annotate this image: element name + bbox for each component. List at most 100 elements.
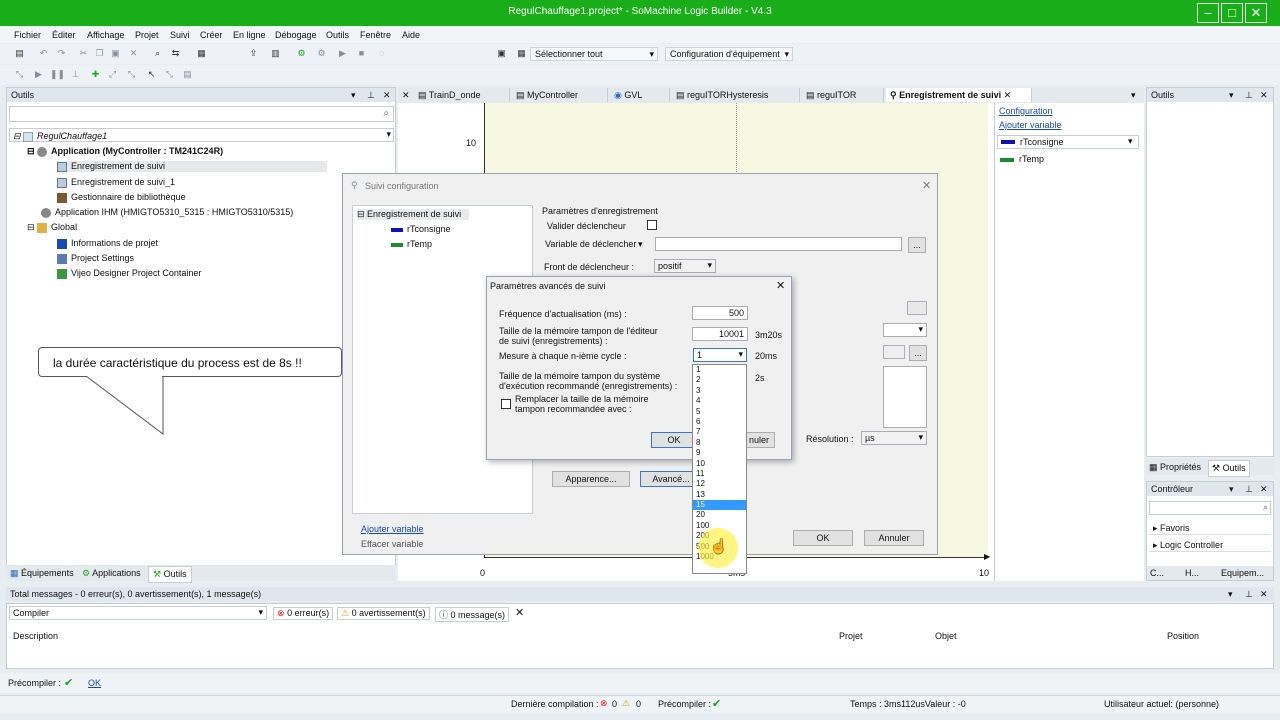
play-icon[interactable]: ▶ bbox=[33, 69, 44, 80]
undo-icon[interactable]: ↶ bbox=[38, 48, 49, 59]
controleur-search-input[interactable]: ⌕ bbox=[1149, 501, 1271, 515]
frequence-input[interactable]: 500 bbox=[692, 306, 748, 320]
pin-icon[interactable]: ⊥ bbox=[1245, 589, 1253, 600]
hidden-field[interactable] bbox=[883, 345, 905, 359]
select-all-icon[interactable]: ▦ bbox=[516, 48, 527, 59]
hidden-textarea[interactable] bbox=[883, 366, 927, 428]
cycle-option-5[interactable]: 5 bbox=[693, 407, 746, 417]
cursor-icon[interactable]: ↖ bbox=[146, 69, 157, 80]
cycle-option-3[interactable]: 3 bbox=[693, 386, 746, 396]
tab-proprietes[interactable]: ▦ Propriétés bbox=[1149, 462, 1201, 473]
suivi-tree-root[interactable]: ⊟ Enregistrement de suivi bbox=[357, 209, 469, 220]
apparence-button[interactable]: Apparence... bbox=[552, 471, 630, 487]
tool-icon[interactable]: ⊥ bbox=[70, 69, 81, 80]
close-icon[interactable]: ✕ bbox=[1260, 589, 1268, 600]
chevron-down-icon[interactable]: ▾ bbox=[1228, 589, 1233, 600]
tab-applications[interactable]: ⚙ Applications bbox=[82, 568, 141, 579]
menu-creer[interactable]: Créer bbox=[200, 30, 223, 40]
tab-mycontroller[interactable]: ▤ MyController bbox=[512, 88, 608, 102]
cycle-option-1[interactable]: 1 bbox=[693, 365, 746, 375]
run-icon[interactable]: ▶ bbox=[337, 48, 348, 59]
cycle-option-2[interactable]: 2 bbox=[693, 375, 746, 385]
config-combo[interactable]: Configuration d'équipement ▾ bbox=[665, 47, 793, 61]
hidden-select[interactable]: ▾ bbox=[883, 323, 927, 337]
cycle-option-8[interactable]: 8 bbox=[693, 438, 746, 448]
delete-icon[interactable]: ✕ bbox=[128, 48, 139, 59]
close-button[interactable]: ✕ bbox=[1245, 3, 1267, 23]
avances-ok-button[interactable]: OK bbox=[651, 432, 697, 448]
minimize-button[interactable]: – bbox=[1197, 3, 1219, 23]
tree-project-settings[interactable]: Project Settings bbox=[57, 253, 134, 264]
menu-editer[interactable]: Éditer bbox=[52, 30, 76, 40]
search-icon[interactable]: ⌕ bbox=[1263, 502, 1268, 513]
menu-aide[interactable]: Aide bbox=[402, 30, 420, 40]
menu-en-ligne[interactable]: En ligne bbox=[233, 30, 266, 40]
export-icon[interactable]: ⇪ bbox=[248, 48, 259, 59]
ajouter-variable-dialog-link[interactable]: Ajouter variable bbox=[361, 524, 424, 534]
close-icon[interactable]: ✕ bbox=[1004, 90, 1012, 100]
configuration-link[interactable]: Configuration bbox=[999, 106, 1053, 116]
precompile-ok-link[interactable]: OK bbox=[88, 678, 101, 688]
tabbar-close-icon[interactable]: ✕ bbox=[402, 90, 410, 101]
tree-enregistrement-suivi[interactable]: Enregistrement de suivi bbox=[57, 161, 327, 172]
chevron-down-icon[interactable]: ▾ bbox=[386, 129, 391, 140]
search-input[interactable]: ⌕ bbox=[9, 106, 394, 122]
close-icon[interactable]: ✕ bbox=[383, 90, 391, 101]
buffer-size-input[interactable]: 10001 bbox=[692, 327, 748, 341]
front-declencheur-select[interactable]: positif ▾ bbox=[654, 259, 716, 273]
pin-icon[interactable]: ⊥ bbox=[1245, 484, 1253, 495]
tab-h[interactable]: H... bbox=[1185, 568, 1199, 578]
cycle-select[interactable]: 1 ▾ bbox=[693, 348, 747, 362]
browse-button[interactable]: ... bbox=[909, 345, 927, 361]
print-icon[interactable]: ▤ bbox=[14, 48, 25, 59]
variable-browse-button[interactable]: ... bbox=[908, 237, 926, 253]
collapse-icon[interactable]: ⊟ bbox=[27, 222, 37, 232]
menu-outils[interactable]: Outils bbox=[326, 30, 349, 40]
select-icon[interactable]: ▦ bbox=[196, 48, 207, 59]
menu-projet[interactable]: Projet bbox=[135, 30, 159, 40]
tool-icon[interactable]: ⤡ bbox=[164, 69, 175, 80]
cycle-option-13[interactable]: 13 bbox=[693, 490, 746, 500]
tab-c[interactable]: C... bbox=[1150, 568, 1164, 578]
tree-vijeo-designer[interactable]: Vijeo Designer Project Container bbox=[57, 268, 201, 279]
replace-buffer-checkbox[interactable] bbox=[501, 399, 511, 409]
menu-suivi[interactable]: Suivi bbox=[170, 30, 190, 40]
tree-informations-projet[interactable]: Informations de projet bbox=[57, 238, 158, 249]
effacer-variable-link[interactable]: Effacer variable bbox=[361, 539, 423, 549]
tab-traind-onde[interactable]: ▤ TrainD_onde bbox=[414, 88, 510, 102]
pin-icon[interactable]: ⊥ bbox=[1245, 90, 1253, 101]
variable-row-rtconsigne[interactable]: rTconsigne ▾ bbox=[997, 135, 1139, 149]
tab-outils[interactable]: ⚒ Outils bbox=[148, 566, 192, 583]
crosshair-icon[interactable]: ✚ bbox=[90, 69, 101, 80]
resolution-select[interactable]: µs ▾ bbox=[861, 431, 927, 445]
chevron-down-icon[interactable]: ▾ bbox=[351, 90, 356, 101]
login-icon[interactable]: ⚙ bbox=[296, 48, 307, 59]
tree-global[interactable]: ⊟ Global bbox=[27, 222, 77, 233]
cycle-option-11[interactable]: 11 bbox=[693, 469, 746, 479]
disabled-browse-button[interactable] bbox=[907, 301, 927, 315]
search-icon[interactable]: ⌕ bbox=[383, 108, 389, 119]
tab-equipem[interactable]: Equipem... bbox=[1221, 568, 1264, 578]
tree-application-ihm[interactable]: Application IHM (HMIGTO5310_5315 : HMIGT… bbox=[41, 207, 293, 218]
suivi-ok-button[interactable]: OK bbox=[793, 530, 853, 546]
tool-icon[interactable]: ⤡ bbox=[126, 69, 137, 80]
cycle-option-15[interactable]: 15 bbox=[693, 500, 746, 511]
close-icon[interactable]: ✕ bbox=[922, 179, 931, 192]
chevron-down-icon[interactable]: ▾ bbox=[638, 239, 643, 250]
cycle-option-4[interactable]: 4 bbox=[693, 396, 746, 406]
item-favoris[interactable]: ▸ Favoris bbox=[1149, 521, 1271, 535]
collapse-icon[interactable]: ⊟ bbox=[357, 209, 367, 219]
chevron-down-icon[interactable]: ▾ bbox=[1229, 484, 1234, 495]
cycle-option-20[interactable]: 20 bbox=[693, 510, 746, 520]
replace-icon[interactable]: ⇆ bbox=[170, 48, 181, 59]
tab-equipements[interactable]: ▦ Équipements bbox=[10, 568, 74, 579]
suivi-annuler-button[interactable]: Annuler bbox=[864, 530, 924, 546]
errors-filter[interactable]: ⊗ 0 erreur(s) bbox=[273, 607, 334, 620]
item-logic-controller[interactable]: ▸ Logic Controller bbox=[1149, 538, 1271, 552]
compile-combo[interactable]: Compiler ▾ bbox=[9, 606, 267, 620]
tool-icon[interactable]: ⤡ bbox=[14, 69, 25, 80]
cycle-option-12[interactable]: 12 bbox=[693, 479, 746, 489]
logout-icon[interactable]: ⚙ bbox=[316, 48, 327, 59]
build-icon[interactable]: ▥ bbox=[270, 48, 281, 59]
menu-affichage[interactable]: Affichage bbox=[87, 30, 124, 40]
